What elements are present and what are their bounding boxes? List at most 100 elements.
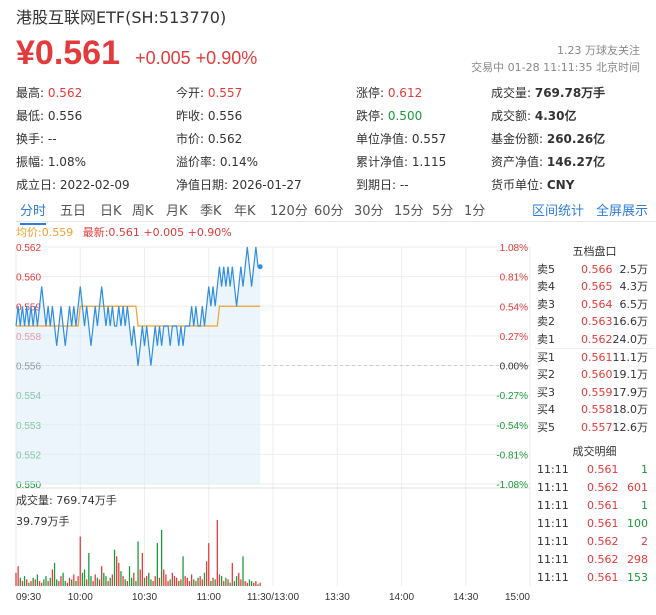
volume-bar: [36, 574, 39, 586]
order-volume: 2.5万: [619, 263, 649, 276]
volume-bar: [231, 562, 233, 586]
tab-0[interactable]: 分时: [20, 200, 47, 225]
volume-bar: [19, 577, 21, 586]
order-book-row: 卖5 0.566 2.5万: [533, 261, 656, 278]
volume-bar: [105, 576, 107, 586]
trade-details: 成交明细 11:11 0.561 1 11:11 0.562 601 11:11 0.561 1…: [533, 443, 656, 587]
volume-bar: [103, 572, 105, 586]
volume-bar: [124, 579, 126, 586]
tab-6[interactable]: 年K: [234, 200, 256, 219]
followers-count[interactable]: 1.23 万球友关注: [557, 42, 640, 58]
quote-label: 净值日期:: [176, 178, 232, 192]
quote-cell: 成立日: 2022-02-09: [16, 176, 130, 193]
tab-1[interactable]: 五日: [60, 200, 86, 219]
volume-bar: [178, 581, 180, 586]
order-price: 0.566: [581, 263, 613, 276]
quote-cell: 货币单位: CNY: [491, 176, 574, 193]
trade-time: 11:11: [537, 517, 569, 530]
trade-row: 11:11 0.562 298: [533, 551, 656, 569]
quote-label: 到期日:: [356, 178, 400, 192]
quote-value: 146.27亿: [546, 155, 606, 169]
volume-bar: [184, 576, 186, 586]
tab-5[interactable]: 季K: [200, 200, 222, 219]
volume-bar: [60, 576, 62, 586]
tab-3[interactable]: 周K: [132, 200, 154, 219]
volume-bar: [180, 579, 182, 586]
quote-label: 成交额:: [491, 109, 535, 123]
price-change: +0.005 +0.90%: [135, 48, 257, 69]
trade-time: 11:11: [537, 571, 569, 584]
volume-bar: [246, 582, 248, 586]
quote-value: 769.78万手: [534, 86, 606, 100]
order-price: 0.558: [581, 403, 613, 417]
volume-bar: [154, 576, 156, 586]
quote-value: 1.08%: [47, 155, 86, 169]
volume-bar: [250, 581, 253, 586]
trade-price: 0.562: [587, 553, 619, 566]
quote-label: 最高:: [16, 86, 48, 100]
tab-8[interactable]: 60分: [314, 200, 344, 219]
volume-bar: [201, 579, 203, 586]
y-tick-label: 0.562: [16, 243, 41, 254]
volume-bar: [107, 581, 109, 586]
quote-cell: 最高: 0.562: [16, 84, 82, 101]
order-volume: 12.6万: [612, 420, 649, 434]
fullscreen-button[interactable]: 全屏展示: [596, 200, 648, 219]
y-pct-tick-label: 0.54%: [500, 302, 528, 313]
order-level-label: 卖2: [537, 315, 555, 329]
volume-bar: [109, 577, 111, 586]
volume-bar: [73, 574, 75, 586]
volume-bar: [235, 576, 238, 586]
tab-11[interactable]: 5分: [432, 200, 453, 219]
y-pct-tick-label: -0.54%: [496, 421, 528, 432]
volume-bar: [81, 572, 84, 586]
volume-bar: [34, 579, 36, 586]
tab-9[interactable]: 30分: [354, 200, 384, 219]
order-volume: 17.9万: [612, 385, 649, 399]
trade-volume: 1: [641, 499, 648, 512]
tab-10[interactable]: 15分: [394, 200, 424, 219]
volume-bar: [77, 576, 79, 586]
volume-bar: [163, 569, 165, 586]
volume-bar: [98, 579, 101, 586]
tab-12[interactable]: 1分: [464, 200, 485, 219]
volume-bar: [30, 581, 32, 586]
volume-bar: [23, 576, 26, 586]
order-book-row: 买3 0.559 17.9万: [533, 384, 656, 401]
volume-bar: [122, 576, 124, 586]
order-volume: 24.0万: [612, 332, 649, 346]
volume-bar: [111, 574, 114, 586]
volume-bar: [148, 572, 150, 586]
volume-bar: [240, 579, 242, 586]
volume-bar: [51, 569, 54, 586]
quote-cell: 基金份额: 260.26亿: [491, 130, 605, 147]
volume-bar: [47, 581, 49, 586]
volume-bar: [66, 582, 69, 586]
quote-label: 基金份额:: [491, 132, 547, 146]
trade-details-title: 成交明细: [572, 445, 617, 458]
trade-row: 11:11 0.561 1: [533, 461, 656, 479]
order-book-row: 卖2 0.563 16.6万: [533, 313, 656, 330]
volume-bar: [49, 577, 51, 586]
order-book-row: 买2 0.560 19.1万: [533, 366, 656, 383]
volume-bar: [41, 582, 43, 586]
tab-7[interactable]: 120分: [270, 200, 308, 219]
range-stats-button[interactable]: 区间统计: [532, 200, 584, 219]
quote-label: 今开:: [176, 86, 208, 100]
quote-cell: 今开: 0.557: [176, 84, 242, 101]
volume-bar: [190, 574, 193, 586]
volume-bar: [229, 582, 231, 586]
quote-row: 最低: 0.556 昨收: 0.556 跌停: 0.500 成交额: 4.30亿: [16, 107, 646, 130]
tab-2[interactable]: 日K: [100, 200, 122, 219]
volume-bar: [150, 579, 152, 586]
trade-row: 11:11 0.561 100: [533, 515, 656, 533]
tab-4[interactable]: 月K: [166, 200, 188, 219]
quote-label: 跌停:: [356, 109, 388, 123]
trade-volume: 298: [627, 553, 648, 566]
volume-bar: [131, 577, 133, 586]
trade-volume: 601: [627, 481, 648, 494]
quote-cell: 成交量: 769.78万手: [491, 84, 605, 101]
volume-bar: [113, 549, 116, 586]
trade-rows: 11:11 0.561 1 11:11 0.562 601 11:11 0.561 1 11:11…: [533, 461, 656, 587]
y-pct-tick-label: 1.08%: [500, 243, 528, 254]
